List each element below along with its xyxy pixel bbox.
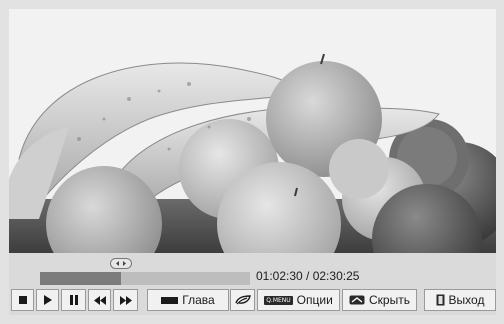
eco-button[interactable] (230, 289, 255, 311)
options-label: Опции (296, 293, 333, 307)
hide-button[interactable]: Скрыть (342, 289, 417, 311)
play-button[interactable] (36, 289, 59, 311)
chapter-icon (161, 296, 179, 304)
pause-button[interactable] (61, 289, 86, 311)
exit-button[interactable]: Выход (424, 289, 496, 311)
time-display: 01:02:30 / 02:30:25 (256, 269, 360, 283)
exit-icon (436, 294, 445, 306)
progress-bar[interactable] (40, 272, 250, 285)
progress-fill (40, 272, 121, 285)
rewind-button[interactable] (88, 289, 111, 311)
progress-handle-icon[interactable] (109, 258, 132, 269)
transport-row: Глава Q.MENU Опции Скрыть Выход (9, 289, 496, 311)
rewind-icon (93, 295, 106, 305)
qmenu-icon: Q.MENU (264, 295, 293, 305)
pause-icon (69, 295, 78, 305)
video-still-image (9, 9, 496, 253)
fast-forward-icon (119, 295, 132, 305)
fast-forward-button[interactable] (113, 289, 138, 311)
media-player: 01:02:30 / 02:30:25 Глава Q.MENU Опции С… (0, 0, 504, 324)
stop-button[interactable] (11, 289, 34, 311)
control-bar: 01:02:30 / 02:30:25 Глава Q.MENU Опции С… (9, 253, 496, 315)
video-frame (9, 9, 496, 253)
eco-icon (234, 295, 251, 305)
chapter-button[interactable]: Глава (147, 289, 229, 311)
options-button[interactable]: Q.MENU Опции (257, 289, 340, 311)
exit-label: Выход (448, 293, 485, 307)
stop-icon (18, 296, 27, 304)
hide-icon (349, 295, 365, 305)
play-icon (43, 295, 52, 305)
chapter-label: Глава (182, 293, 215, 307)
hide-label: Скрыть (369, 293, 410, 307)
